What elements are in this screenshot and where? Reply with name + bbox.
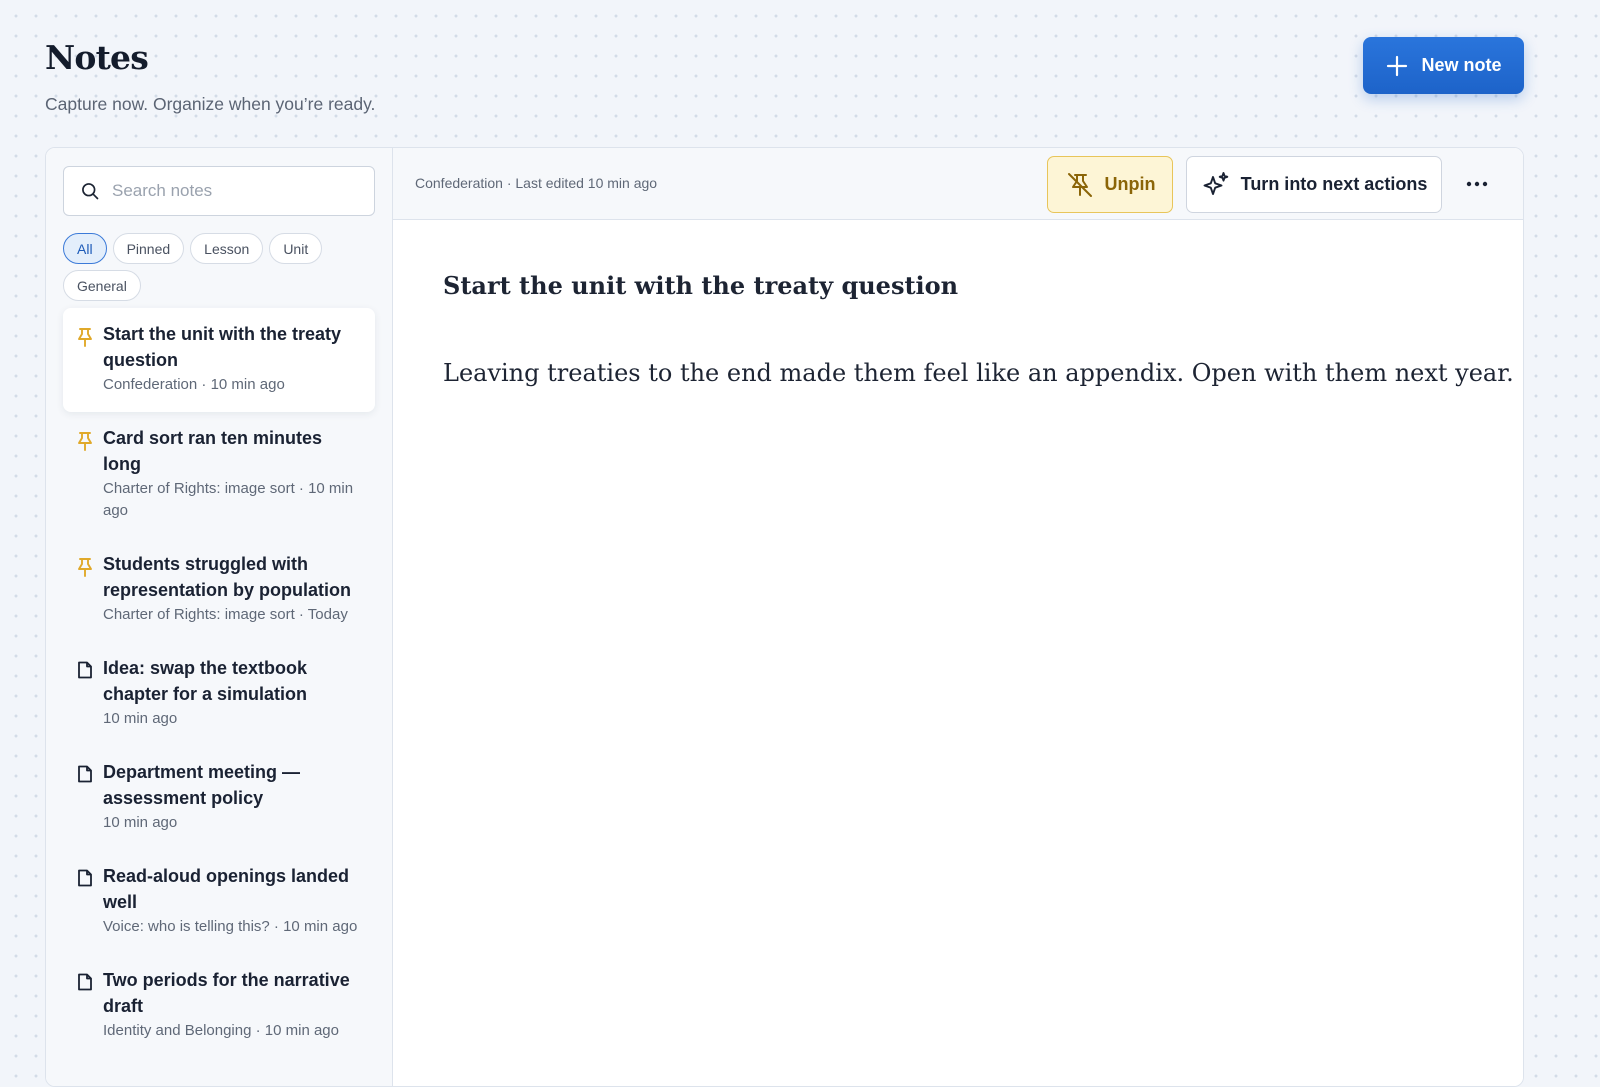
pin-off-icon (1067, 172, 1092, 197)
pin-icon (77, 431, 93, 451)
note-list-item-meta: 10 min ago (103, 710, 178, 727)
note-list-item-text: Start the unit with the treaty question C… (103, 321, 363, 396)
note-list-item-title: Department meeting — assessment policy (103, 762, 301, 808)
page-subtitle: Capture now. Organize when you’re ready. (45, 94, 376, 114)
search-icon (82, 183, 99, 200)
note-list-item-text: Students struggled with representation b… (103, 551, 363, 626)
filter-chip-pinned[interactable]: Pinned (112, 233, 185, 264)
note-list-item-text: Card sort ran ten minutes long Charter of… (103, 425, 363, 522)
note-list-item-title: Read-aloud openings landed well (103, 866, 350, 912)
page-title: Notes (45, 38, 149, 77)
note-list-item-title: Idea: swap the textbook chapter for a si… (103, 658, 308, 704)
search-box[interactable] (63, 166, 375, 216)
unpin-button[interactable]: Unpin (1047, 156, 1173, 213)
note-list-item-meta: Identity and Belonging · 10 min ago (103, 1022, 339, 1039)
note-list-item[interactable]: Students struggled with representation b… (63, 538, 375, 642)
note-list-item-text: Department meeting — assessment policy 10… (103, 759, 363, 834)
note-list-item[interactable]: Start the unit with the treaty question C… (63, 308, 375, 412)
pin-icon (77, 327, 93, 347)
note-list-item-title: Start the unit with the treaty question (103, 324, 342, 370)
note-list-item-text: Idea: swap the textbook chapter for a si… (103, 655, 363, 730)
note-list-item[interactable]: Read-aloud openings landed well Voice: wh… (63, 850, 375, 954)
note-list-item-title: Card sort ran ten minutes long (103, 428, 323, 474)
note-list-item-meta: Voice: who is telling this? · 10 min ago (103, 918, 358, 935)
note-editor: Confederation · Last edited 10 min ago U… (393, 148, 1523, 1086)
note-list-item-meta: 10 min ago (103, 814, 178, 831)
note-list: Start the unit with the treaty question C… (63, 308, 375, 1058)
note-list-item[interactable]: Card sort ran ten minutes long Charter of… (63, 412, 375, 538)
more-options-button[interactable] (1459, 169, 1495, 199)
editor-toolbar: Confederation · Last edited 10 min ago U… (393, 148, 1523, 220)
plus-icon (1387, 55, 1408, 76)
turn-into-next-actions-button[interactable]: Turn into next actions (1186, 156, 1442, 213)
note-list-item-meta: Charter of Rights: image sort · 10 min a… (103, 480, 354, 519)
filter-chip-lesson[interactable]: Lesson (190, 233, 264, 264)
note-list-item[interactable]: Department meeting — assessment policy 10… (63, 746, 375, 850)
note-list-item[interactable]: Idea: swap the textbook chapter for a si… (63, 642, 375, 746)
notes-sidebar: AllPinnedLessonUnit General Start the uni… (46, 148, 393, 1086)
filter-chip-all[interactable]: All (63, 233, 107, 264)
filter-chips: All Pinned Lesson Unit General (63, 233, 363, 301)
note-list-item[interactable]: Two periods for the narrative draft Ident… (63, 954, 375, 1058)
note-list-item-meta: Confederation · 10 min ago (103, 376, 285, 393)
more-horizontal-icon (1466, 181, 1488, 187)
new-note-label: New note (1421, 55, 1502, 75)
note-list-item-meta: Charter of Rights: image sort · Today (103, 606, 348, 623)
next-actions-label: Turn into next actions (1240, 174, 1428, 194)
pin-icon (77, 557, 93, 577)
document-icon (77, 765, 93, 783)
notes-workspace: AllPinnedLessonUnit General Start the uni… (45, 147, 1524, 1087)
note-list-item-title: Two periods for the narrative draft (103, 970, 350, 1016)
document-icon (77, 661, 93, 679)
filter-chip-unit[interactable]: Unit (269, 233, 323, 264)
document-icon (77, 973, 93, 991)
note-list-item-title: Students struggled with representation b… (103, 554, 352, 600)
note-list-item-text: Read-aloud openings landed well Voice: wh… (103, 863, 363, 938)
sparkles-icon (1203, 171, 1228, 195)
editor-meta: Confederation · Last edited 10 min ago (415, 175, 658, 191)
note-body[interactable]: Leaving treaties to the end made them fe… (443, 359, 1514, 387)
filter-chip-general[interactable]: General (63, 270, 141, 301)
note-list-item-text: Two periods for the narrative draft Ident… (103, 967, 363, 1042)
unpin-label: Unpin (1104, 174, 1156, 194)
new-note-button[interactable]: New note (1363, 37, 1524, 94)
search-input[interactable] (112, 181, 352, 201)
document-icon (77, 869, 93, 887)
note-heading[interactable]: Start the unit with the treaty question (443, 271, 958, 300)
